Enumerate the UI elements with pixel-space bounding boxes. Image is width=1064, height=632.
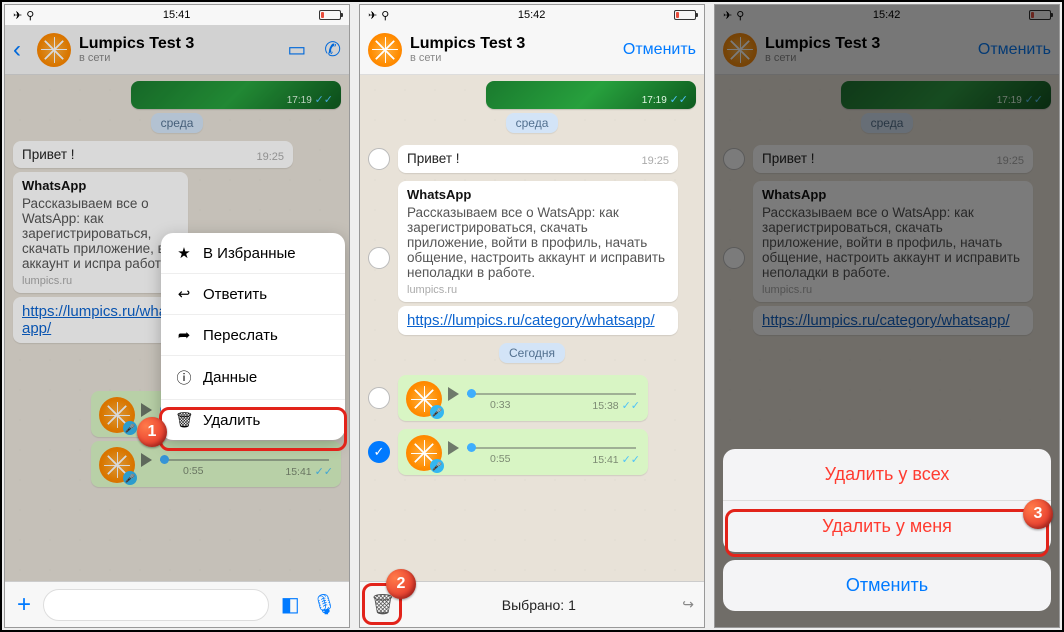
voice-track[interactable] (467, 393, 636, 395)
airplane-icon: ✈︎ (13, 9, 22, 22)
link-message: https://lumpics.ru/category/whatsapp/ (398, 306, 678, 335)
chat-title: Lumpics Test 3 (79, 35, 279, 53)
voice-track[interactable] (467, 447, 636, 449)
wifi-icon: ⚲ (26, 9, 34, 22)
incoming-message: Привет ! 19:25 (398, 145, 678, 173)
star-icon: ★ (175, 244, 193, 262)
select-radio[interactable] (368, 387, 390, 409)
voice-avatar: 🎤 (99, 447, 135, 483)
chat-title: Lumpics Test 3 (410, 35, 615, 53)
video-call-icon[interactable]: ▭ (287, 37, 306, 62)
battery-icon (674, 10, 696, 20)
chat-header: ‹ Lumpics Test 3 в сети ▭ ✆ (5, 25, 349, 75)
phone-2: ✈︎ ⚲ 15:42 Lumpics Test 3 в сети Отменить… (359, 4, 705, 628)
clock: 15:42 (518, 9, 546, 21)
link-preview: WhatsApp Рассказываем все о WatsApp: как… (398, 181, 678, 302)
play-icon[interactable] (448, 387, 459, 401)
menu-star[interactable]: ★В Избранные (161, 233, 345, 274)
reply-icon: ↩ (175, 285, 193, 303)
select-radio-checked[interactable]: ✓ (368, 441, 390, 463)
play-icon[interactable] (141, 403, 152, 417)
selectable-row[interactable]: 🎤 0:3315:38 ✓✓ (368, 371, 696, 425)
voice-message-selected: 🎤 0:5515:41 ✓✓ (398, 429, 648, 475)
trash-icon: 🗑 (175, 411, 193, 429)
clock: 15:41 (163, 9, 191, 21)
voice-avatar: 🎤 (406, 381, 442, 417)
back-icon[interactable]: ‹ (13, 36, 29, 64)
battery-icon (319, 10, 341, 20)
step-badge-1: 1 (137, 417, 167, 447)
phone-1: ✈︎ ⚲ 15:41 ‹ Lumpics Test 3 в сети ▭ ✆ 1… (4, 4, 350, 628)
info-icon: ⓘ (175, 367, 193, 388)
select-radio[interactable] (368, 148, 390, 170)
step-badge-3: 3 (1023, 499, 1053, 529)
menu-info[interactable]: ⓘДанные (161, 356, 345, 400)
sheet-delete-all[interactable]: Удалить у всех (723, 449, 1051, 501)
step-badge-2: 2 (386, 569, 416, 599)
forward-icon: ➦ (175, 326, 193, 344)
wifi-icon: ⚲ (381, 9, 389, 22)
context-menu: ★В Избранные ↩Ответить ➦Переслать ⓘДанны… (161, 233, 345, 440)
input-bar: + ◧ 🎙 (5, 581, 349, 627)
mic-icon: 🎤 (123, 471, 137, 485)
selectable-row[interactable]: WhatsApp Рассказываем все о WatsApp: как… (368, 177, 696, 339)
forward-button[interactable]: ↪ (682, 596, 694, 613)
day-separator: среда (506, 113, 559, 133)
select-radio[interactable] (368, 247, 390, 269)
sheet-cancel[interactable]: Отменить (723, 560, 1051, 611)
chat-subtitle: в сети (79, 52, 279, 64)
voice-track[interactable] (160, 459, 329, 461)
avatar[interactable] (37, 33, 71, 67)
selectable-row[interactable]: Привет ! 19:25 (368, 141, 696, 177)
menu-reply[interactable]: ↩Ответить (161, 274, 345, 315)
phone-3: ✈︎⚲ 15:42 Lumpics Test 3 в сети Отменить… (714, 4, 1060, 628)
camera-icon[interactable]: ◧ (281, 592, 300, 617)
mic-icon[interactable]: 🎙 (312, 592, 337, 617)
mic-icon: 🎤 (430, 459, 444, 473)
mic-icon: 🎤 (123, 421, 137, 435)
chat-header: Lumpics Test 3 в сети Отменить (360, 25, 704, 75)
day-separator: среда (151, 113, 204, 133)
voice-call-icon[interactable]: ✆ (324, 37, 341, 62)
chat-subtitle: в сети (410, 52, 615, 64)
voice-message[interactable]: 🎤 0:5515:41 ✓✓ (91, 441, 341, 487)
menu-forward[interactable]: ➦Переслать (161, 315, 345, 356)
play-icon[interactable] (141, 453, 152, 467)
airplane-icon: ✈︎ (368, 9, 377, 22)
status-bar: ✈︎ ⚲ 15:41 (5, 5, 349, 25)
sheet-delete-me[interactable]: Удалить у меня (723, 501, 1051, 552)
cancel-button[interactable]: Отменить (623, 41, 696, 59)
voice-avatar: 🎤 (406, 435, 442, 471)
menu-delete[interactable]: 🗑Удалить (161, 400, 345, 440)
voice-message: 🎤 0:3315:38 ✓✓ (398, 375, 648, 421)
avatar[interactable] (368, 33, 402, 67)
incoming-message[interactable]: Привет ! 19:25 (13, 141, 293, 168)
status-bar: ✈︎ ⚲ 15:42 (360, 5, 704, 25)
mic-icon: 🎤 (430, 405, 444, 419)
selectable-row[interactable]: ✓ 🎤 0:5515:41 ✓✓ (368, 425, 696, 479)
day-separator: Сегодня (499, 343, 565, 363)
plus-icon[interactable]: + (17, 591, 31, 619)
selection-count: Выбрано: 1 (502, 597, 576, 613)
message-input[interactable] (43, 589, 269, 621)
action-sheet: Удалить у всех Удалить у меня Отменить (723, 449, 1051, 619)
image-message[interactable]: 17:19 ✓✓ (486, 81, 696, 109)
voice-avatar: 🎤 (99, 397, 135, 433)
image-message[interactable]: 17:19 ✓✓ (131, 81, 341, 109)
chat-body: 17:19 ✓✓ среда Привет ! 19:25 WhatsApp Р… (360, 75, 704, 581)
play-icon[interactable] (448, 441, 459, 455)
